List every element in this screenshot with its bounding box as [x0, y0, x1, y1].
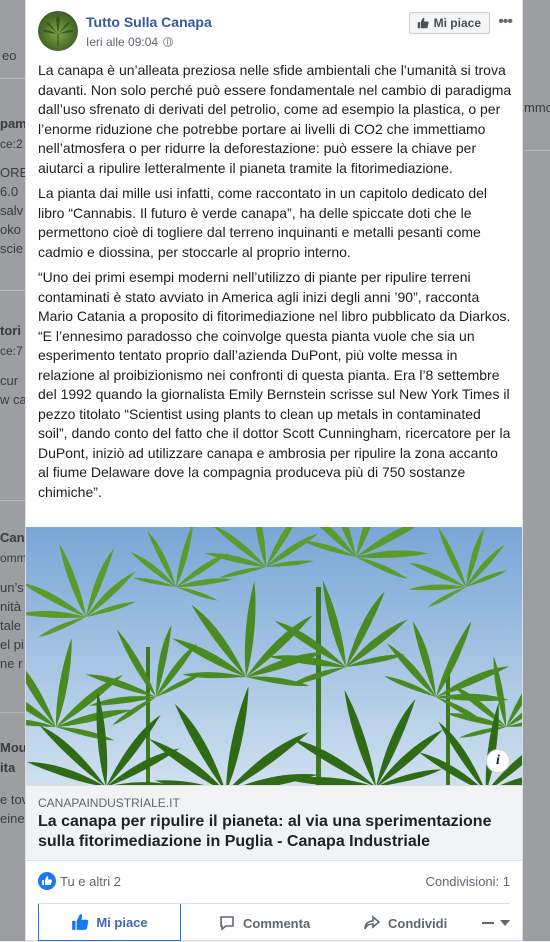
caret-down-icon — [500, 920, 510, 926]
reactions-count[interactable]: Tu e altri 2 — [60, 874, 121, 889]
dash-icon — [482, 922, 494, 924]
bg-text: eo — [2, 48, 17, 63]
post-meta: Ieri alle 09:04 — [86, 35, 174, 49]
bg-text: Cana — [0, 530, 25, 545]
info-icon[interactable]: i — [486, 749, 510, 773]
page-avatar[interactable] — [38, 11, 78, 51]
share-button[interactable]: Condividi — [363, 904, 447, 942]
bg-text: un’s — [0, 580, 24, 595]
like-label: Mi piace — [96, 914, 148, 930]
bg-text: tori — [0, 323, 21, 338]
bg-text: oko — [0, 222, 21, 237]
post-body: La canapa è un’alleata preziosa nelle sf… — [38, 61, 512, 508]
share-label: Condividi — [388, 915, 448, 931]
bg-text: ne r — [0, 656, 23, 671]
page-name-link[interactable]: Tutto Sulla Canapa — [86, 14, 212, 30]
post-stats: Tu e altri 2 Condivisioni: 1 — [38, 870, 510, 894]
link-domain: CANAPAINDUSTRIALE.IT — [38, 796, 180, 810]
like-reaction-icon — [38, 872, 56, 890]
bg-text: el pi — [0, 637, 24, 652]
like-button[interactable]: Mi piace — [38, 904, 181, 941]
link-title[interactable]: La canapa per ripulire il pianeta: al vi… — [38, 812, 508, 852]
bg-text: omm — [0, 551, 25, 565]
thumbs-up-icon — [72, 914, 89, 930]
link-preview-image[interactable]: i — [26, 527, 522, 785]
like-page-button[interactable]: Mi piace — [408, 12, 490, 34]
post-actions-bar: Mi piace Commenta Condividi — [38, 903, 510, 942]
post-card: Tutto Sulla Canapa Ieri alle 09:04 Mi pi… — [25, 0, 523, 941]
bg-text: ORE — [0, 165, 25, 180]
post-timestamp[interactable]: Ieri alle 09:04 — [86, 35, 158, 49]
share-icon — [364, 915, 381, 930]
bg-divider — [0, 78, 25, 79]
link-preview-caption[interactable]: CANAPAINDUSTRIALE.IT La canapa per ripul… — [26, 785, 522, 861]
bg-text: w ca — [0, 392, 25, 407]
bg-text: ce:7 — [0, 344, 23, 358]
globe-icon — [163, 37, 174, 47]
bg-text: pam — [0, 116, 25, 131]
bg-text: mmc — [524, 100, 550, 115]
audience-selector[interactable] — [482, 904, 510, 942]
bg-text: cur — [0, 373, 19, 388]
more-options-icon[interactable]: ••• — [498, 13, 513, 31]
bg-text: tale — [0, 618, 21, 633]
bg-text: nità — [0, 599, 21, 614]
shares-count[interactable]: Condivisioni: 1 — [425, 874, 510, 889]
comment-icon — [220, 916, 234, 931]
post-paragraph: La pianta dai mille usi infatti, come ra… — [38, 185, 488, 260]
bg-text: eine — [0, 811, 25, 826]
comment-button[interactable]: Commenta — [218, 904, 310, 942]
bg-text: salv — [0, 203, 24, 218]
post-paragraph: “Uno dei primi esempi moderni nell’utili… — [38, 269, 511, 500]
like-page-label: Mi piace — [433, 16, 481, 30]
bg-divider — [0, 712, 25, 713]
bg-text: ita — [0, 760, 16, 775]
post-header: Tutto Sulla Canapa Ieri alle 09:04 Mi pi… — [38, 11, 513, 53]
hemp-plants-image — [26, 527, 522, 785]
bg-divider — [524, 150, 550, 151]
comment-label: Commenta — [243, 915, 311, 931]
bg-text: e tov — [0, 792, 25, 807]
post-paragraph: La canapa è un’alleata preziosa nelle sf… — [38, 62, 512, 176]
thumbs-up-icon — [417, 17, 429, 29]
bg-text: Mou — [0, 740, 25, 755]
bg-text: ce:2 — [0, 137, 23, 151]
bg-text: scie — [0, 241, 24, 256]
bg-divider — [0, 290, 25, 291]
bg-divider — [0, 500, 25, 501]
bg-text: 6.0 — [0, 184, 19, 199]
